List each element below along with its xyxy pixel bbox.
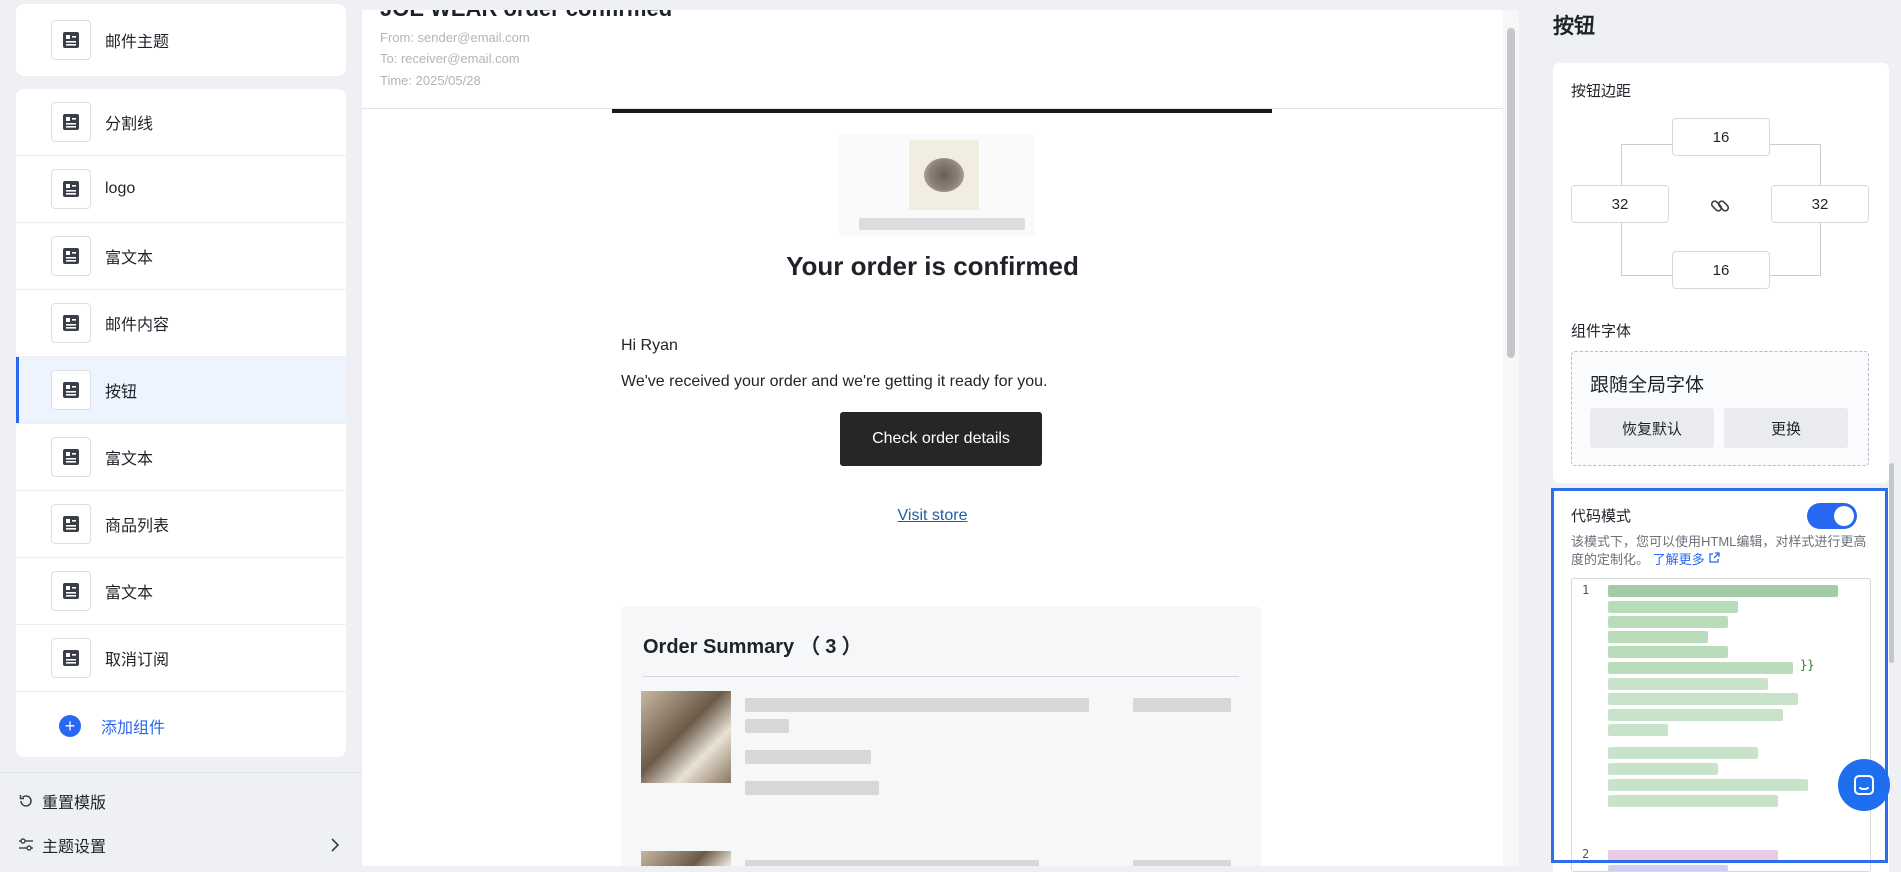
layout-icon <box>51 102 91 142</box>
sidebar-item[interactable]: 取消订阅 <box>16 625 346 692</box>
product-name-blurred <box>745 860 1039 866</box>
add-component-button[interactable]: + 添加组件 <box>16 692 346 757</box>
sidebar-item-label: 商品列表 <box>105 518 170 535</box>
layout-icon <box>51 638 91 678</box>
preview-scrollbar[interactable] <box>1503 10 1519 866</box>
sidebar-item-label: logo <box>105 180 136 197</box>
order-summary-title: Order Summary （ 3 ） <box>643 636 862 658</box>
logo-block <box>839 134 1035 236</box>
button-padding-label: 按钮边距 <box>1571 83 1632 100</box>
sidebar-item[interactable]: 富文本 <box>16 223 346 290</box>
product-price-blurred <box>745 781 879 795</box>
panel-scrollbar[interactable] <box>1889 463 1894 663</box>
product-item <box>641 691 731 783</box>
chat-support-button[interactable] <box>1838 759 1890 811</box>
component-font-label: 组件字体 <box>1571 323 1632 340</box>
font-selector: 跟随全局字体 恢复默认 更换 <box>1571 351 1869 466</box>
sidebar-item-label: 富文本 <box>105 451 154 468</box>
sidebar-item-label: 富文本 <box>105 585 154 602</box>
product-amount-blurred <box>1133 860 1231 866</box>
sidebar-item-label: 邮件内容 <box>105 317 170 334</box>
reset-icon <box>19 795 32 807</box>
layout-icon <box>51 437 91 477</box>
greeting-text: Hi Ryan <box>621 337 678 354</box>
product-name-blurred <box>745 698 1089 712</box>
email-title: Your order is confirmed <box>786 251 1079 281</box>
theme-settings-button[interactable]: 主题设置 <box>18 833 344 857</box>
layout-icon <box>51 571 91 611</box>
sidebar-footer: 重置模版 主题设置 <box>0 772 362 872</box>
divider <box>643 676 1239 677</box>
divider-bar <box>612 109 1272 113</box>
panel-title: 按钮 <box>1553 15 1595 38</box>
sliders-icon <box>19 838 33 851</box>
product-amount-blurred <box>1133 698 1231 712</box>
sidebar-item[interactable]: 按钮 <box>16 357 346 424</box>
product-image <box>641 851 731 866</box>
button-settings-card: 按钮边距 16 32 32 16 组件字体 跟随全局字体 恢复默认 更换 <box>1553 63 1889 483</box>
font-value: 跟随全局字体 <box>1590 375 1705 396</box>
code-mode-highlight <box>1551 488 1888 863</box>
sidebar-item-label: 邮件主题 <box>105 34 170 51</box>
sidebar-item[interactable]: 商品列表 <box>16 491 346 558</box>
sidebar-item[interactable]: 富文本 <box>16 424 346 491</box>
reset-default-button[interactable]: 恢复默认 <box>1590 408 1714 448</box>
product-image <box>641 691 731 783</box>
sidebar-item-label: 富文本 <box>105 250 154 267</box>
add-component-label: 添加组件 <box>101 720 166 737</box>
product-variant-blurred <box>745 750 871 764</box>
logo-image <box>909 140 979 210</box>
layout-icon <box>51 370 91 410</box>
subject-card[interactable]: 邮件主题 <box>16 4 346 76</box>
padding-bottom-input[interactable]: 16 <box>1672 251 1770 289</box>
product-item <box>641 851 731 866</box>
component-list: 分割线 logo 富文本 邮件内容 按钮 富文本 商品列表 富文本 取消订阅 + 添加组件 <box>16 89 346 757</box>
chat-icon <box>1854 775 1874 795</box>
link-icon[interactable] <box>1709 195 1731 217</box>
message-text: We've received your order and we're gett… <box>621 373 1048 390</box>
product-name-blurred <box>745 719 789 733</box>
chevron-right-icon <box>331 838 340 852</box>
visit-store-link[interactable]: Visit store <box>362 507 1503 525</box>
change-font-button[interactable]: 更换 <box>1724 408 1848 448</box>
layout-icon <box>51 236 91 276</box>
padding-right-input[interactable]: 32 <box>1771 185 1869 223</box>
plus-icon: + <box>59 715 81 737</box>
sidebar-item[interactable]: 邮件内容 <box>16 290 346 357</box>
sidebar-item-subject[interactable]: 邮件主题 <box>16 4 346 76</box>
mail-to: To: receiver@email.com <box>380 51 520 66</box>
sidebar-item[interactable]: logo <box>16 156 346 223</box>
reset-template-label: 重置模版 <box>42 795 107 812</box>
sidebar-item[interactable]: 分割线 <box>16 89 346 156</box>
sidebar-item-label: 取消订阅 <box>105 652 170 669</box>
reset-template-button[interactable]: 重置模版 <box>18 789 106 813</box>
logo-caption <box>859 218 1025 230</box>
padding-left-input[interactable]: 32 <box>1571 185 1669 223</box>
mail-subject: JOE WEAR order confirmed <box>380 10 672 22</box>
layout-icon <box>51 303 91 343</box>
layout-icon <box>51 504 91 544</box>
sidebar-item-label: 按钮 <box>105 384 138 401</box>
mail-from: From: sender@email.com <box>380 30 530 45</box>
scrollbar-thumb[interactable] <box>1507 28 1515 358</box>
check-order-button[interactable]: Check order details <box>840 412 1042 466</box>
layout-icon <box>51 169 91 209</box>
email-preview[interactable]: JOE WEAR order confirmed From: sender@em… <box>362 10 1519 866</box>
padding-top-input[interactable]: 16 <box>1672 118 1770 156</box>
mail-header: JOE WEAR order confirmed From: sender@em… <box>362 10 1519 109</box>
layout-icon <box>51 20 91 60</box>
mail-time: Time: 2025/05/28 <box>380 73 481 88</box>
sidebar-item-label: 分割线 <box>105 116 154 133</box>
order-summary: Order Summary （ 3 ） <box>621 606 1261 866</box>
theme-settings-label: 主题设置 <box>42 839 107 856</box>
sidebar-item[interactable]: 富文本 <box>16 558 346 625</box>
